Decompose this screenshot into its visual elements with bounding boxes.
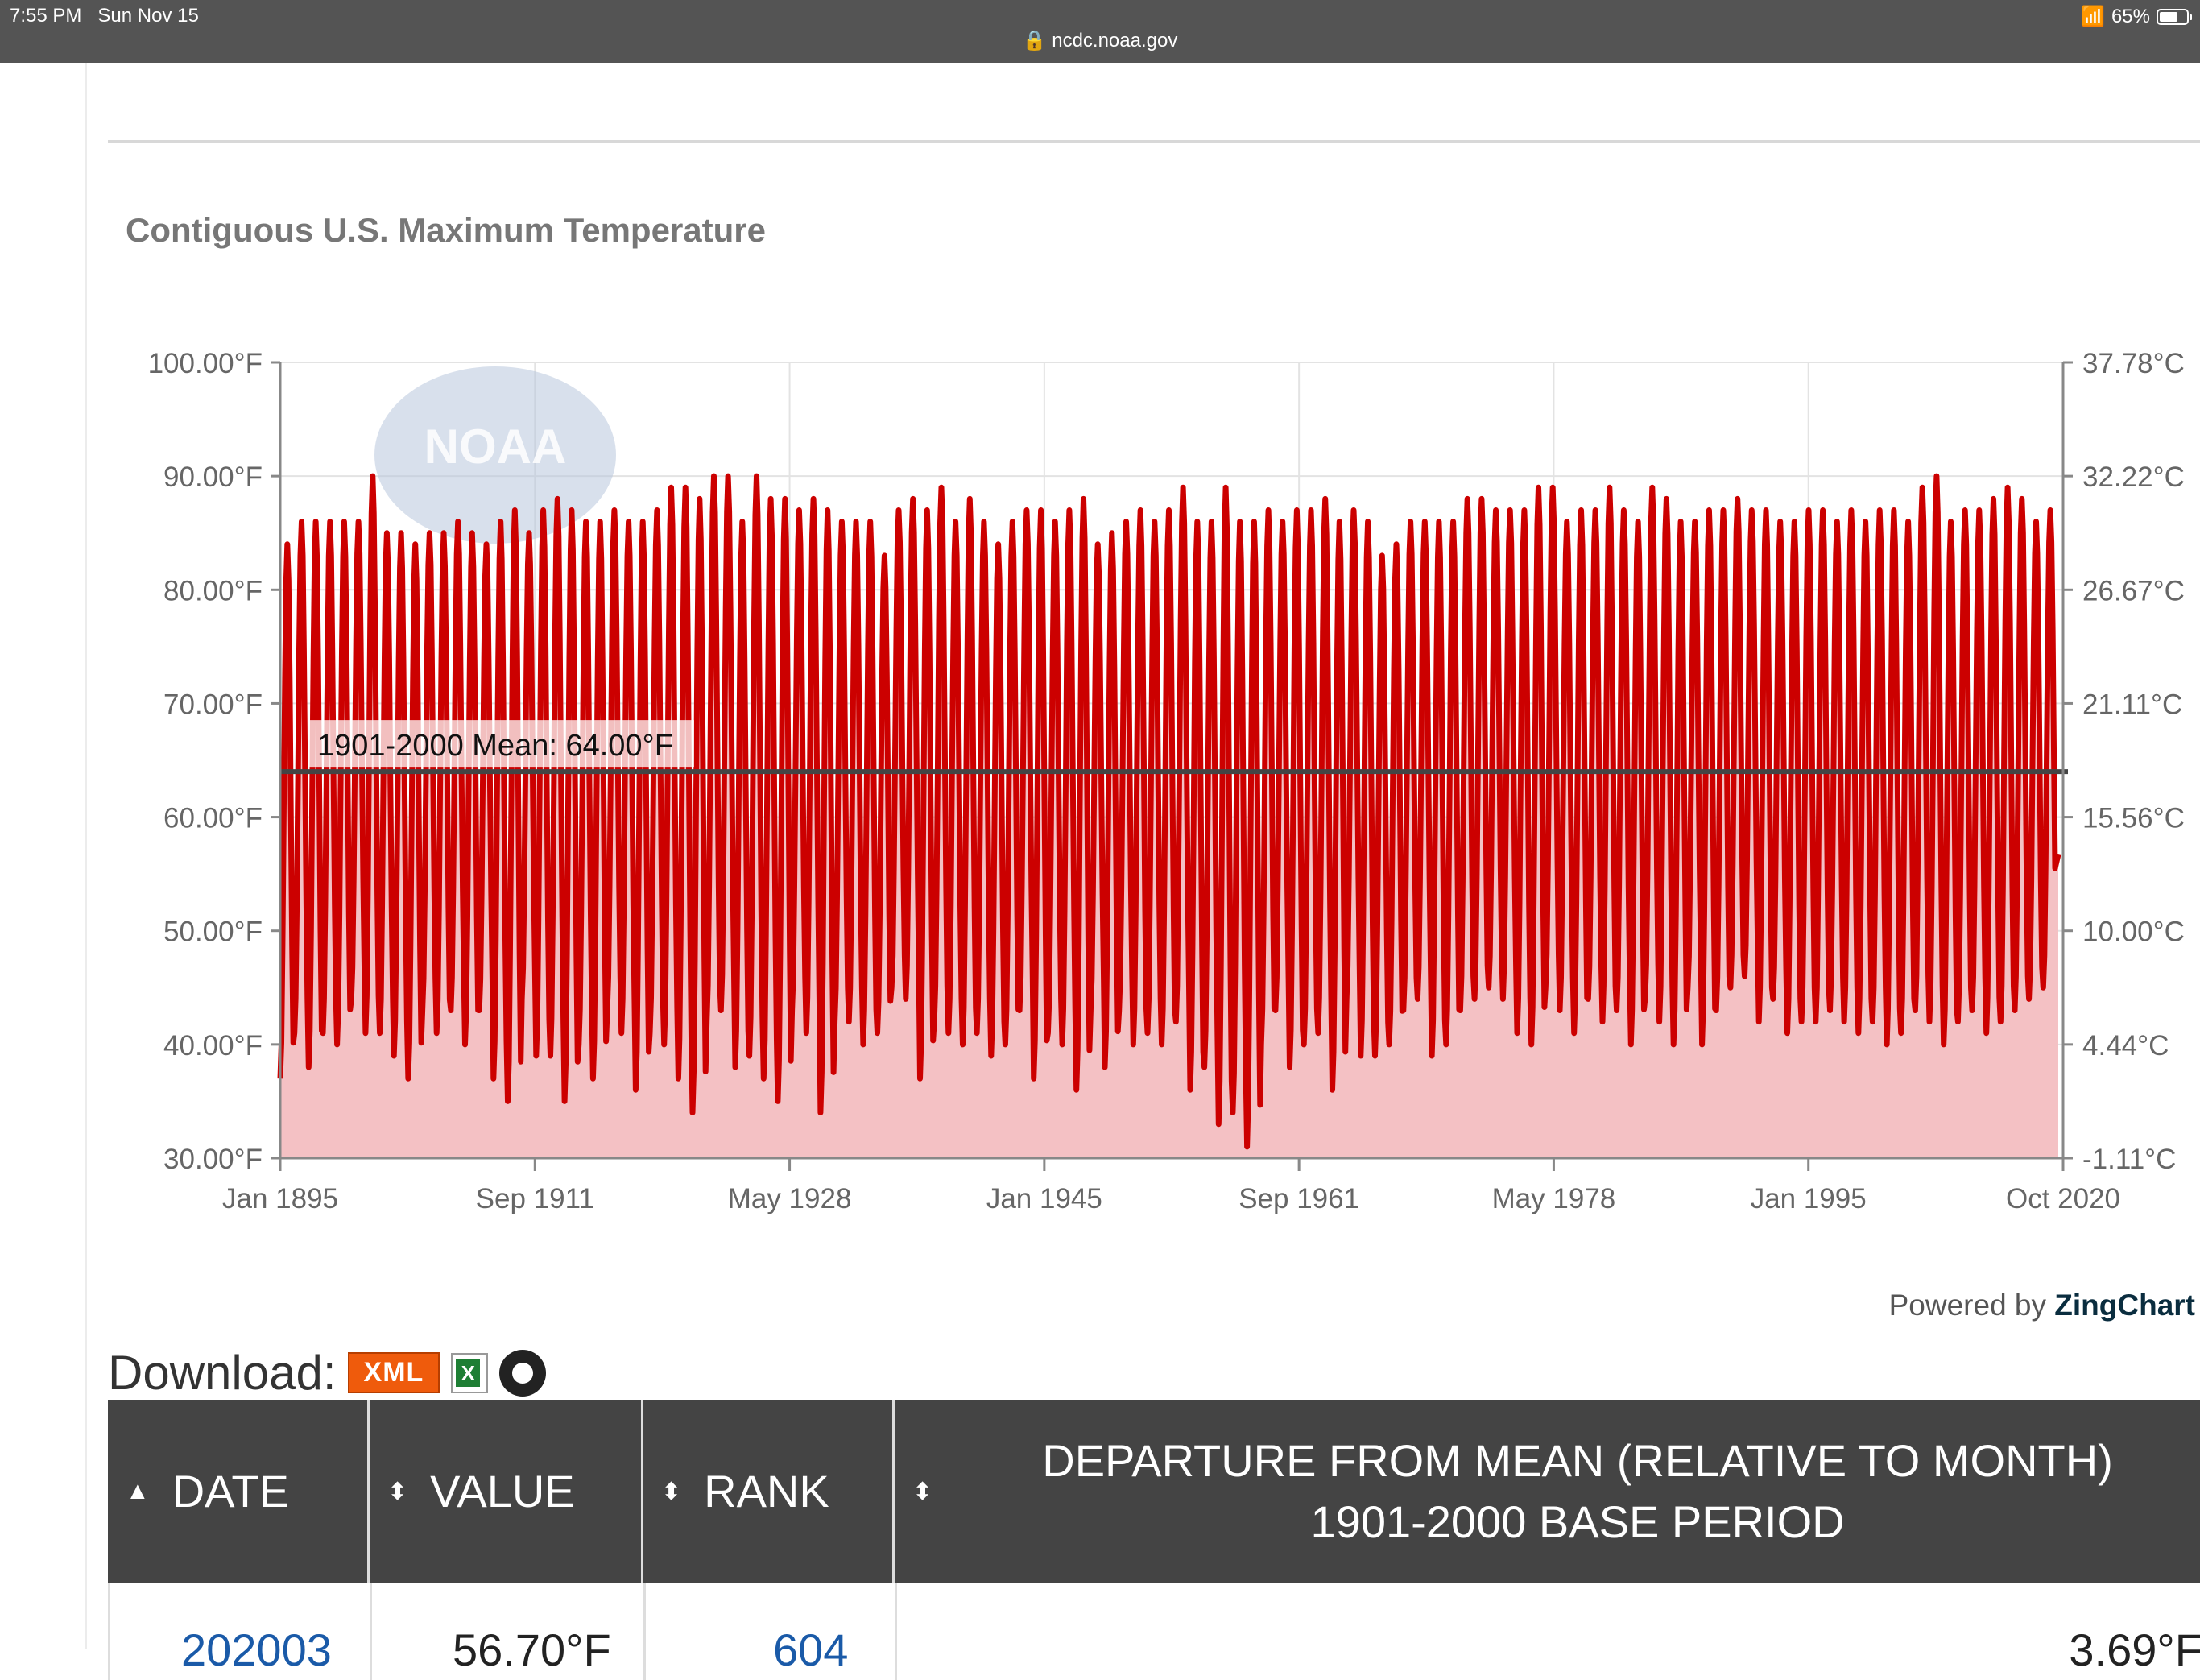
table-header: ▲ DATE ⬍ VALUE ⬍ RANK ⬍ DEPARTURE FROM MEAN… [108, 1400, 2200, 1583]
powered-by[interactable]: Powered by ZingChart [1889, 1289, 2195, 1322]
y-tick-label-right: 32.22°C [2082, 461, 2185, 493]
x-tick-label: Sep 1911 [476, 1183, 594, 1214]
y-tick-label-left: 70.00°F [163, 689, 263, 720]
y-tick-label-left: 40.00°F [163, 1030, 263, 1061]
col-value-header[interactable]: ⬍ VALUE [370, 1400, 643, 1583]
y-tick-label-right: 26.67°C [2082, 575, 2185, 606]
excel-download-icon[interactable]: X [451, 1352, 489, 1393]
cell-value: 56.70°F [372, 1583, 646, 1680]
table-row: 202003 56.70°F 604 3.69°F [108, 1583, 2200, 1680]
y-tick-label-left: 60.00°F [163, 803, 263, 834]
x-tick-label: Oct 2020 [2006, 1183, 2120, 1214]
cell-departure: 3.69°F [2069, 1624, 2200, 1675]
watermark-text: NOAA [424, 420, 567, 474]
cell-rank[interactable]: 604 [646, 1583, 897, 1680]
col-rank-header[interactable]: ⬍ RANK [643, 1400, 895, 1583]
x-tick-label: Sep 1961 [1239, 1183, 1359, 1214]
y-tick-label-right: 21.11°C [2082, 689, 2182, 720]
download-bar: Download: XML X [108, 1345, 547, 1401]
y-tick-label-left: 80.00°F [163, 575, 263, 606]
data-table: ▲ DATE ⬍ VALUE ⬍ RANK ⬍ DEPARTURE FROM MEAN… [108, 1400, 2200, 1680]
col-date-header[interactable]: ▲ DATE [108, 1400, 370, 1583]
y-tick-label-left: 30.00°F [163, 1144, 263, 1175]
y-tick-label-right: -1.11°C [2082, 1144, 2176, 1175]
y-tick-label-right: 4.44°C [2082, 1030, 2169, 1061]
x-tick-label: May 1928 [728, 1183, 852, 1214]
col-departure-header[interactable]: ⬍ DEPARTURE FROM MEAN (RELATIVE TO MONTH… [895, 1400, 2200, 1583]
x-tick-label: Jan 1945 [986, 1183, 1102, 1214]
xml-download-button[interactable]: XML [347, 1352, 440, 1393]
x-tick-label: Jan 1995 [1751, 1183, 1867, 1214]
download-label: Download: [108, 1346, 337, 1400]
sort-asc-icon: ▲ [126, 1478, 150, 1504]
y-tick-label-right: 37.78°C [2082, 348, 2185, 379]
sort-icon: ⬍ [912, 1478, 933, 1505]
y-tick-label-right: 15.56°C [2082, 803, 2185, 834]
x-tick-label: Jan 1895 [222, 1183, 338, 1214]
cell-date[interactable]: 202003 [110, 1583, 372, 1680]
mean-label: 1901-2000 Mean: 64.00°F [317, 729, 673, 763]
y-tick-label-left: 50.00°F [163, 917, 263, 948]
noaa-watermark: NOAA [374, 366, 616, 544]
x-tick-label: May 1978 [1492, 1183, 1616, 1214]
temperature-chart[interactable]: NOAA 1901-2000 Mean: 64.00°F 30.00°F 40.0… [0, 0, 2200, 1256]
y-tick-label-right: 10.00°C [2082, 917, 2185, 948]
json-download-icon[interactable] [499, 1349, 547, 1397]
sort-icon: ⬍ [387, 1478, 408, 1505]
y-tick-label-left: 90.00°F [163, 461, 263, 493]
y-tick-label-left: 100.00°F [148, 348, 263, 379]
sort-icon: ⬍ [661, 1478, 682, 1505]
